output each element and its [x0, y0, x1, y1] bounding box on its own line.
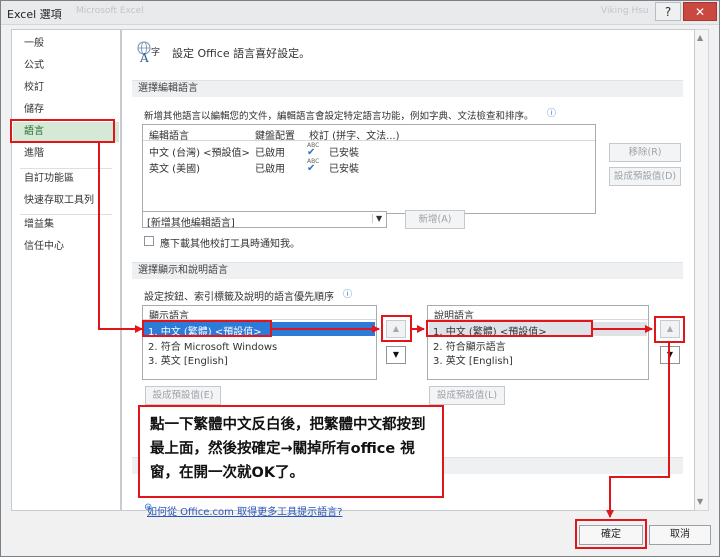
info-icon: ⓘ: [343, 290, 353, 300]
set-default-editing-button[interactable]: 設成預設值(D): [609, 167, 681, 186]
scroll-up-icon[interactable]: ▲: [697, 33, 703, 42]
row-keyboard: 已啟用: [255, 164, 285, 175]
display-list-item[interactable]: 2. 符合 Microsoft Windows: [148, 338, 277, 353]
row-proofing: 已安裝: [329, 164, 359, 175]
ok-button[interactable]: 確定: [579, 525, 643, 545]
cancel-button[interactable]: 取消: [649, 525, 711, 545]
set-default-help-button[interactable]: 設成預設值(L): [429, 386, 505, 405]
sidebar-item-trust-center[interactable]: 信任中心: [13, 237, 119, 257]
display-move-up-button[interactable]: ▲: [386, 320, 406, 338]
display-move-down-button[interactable]: ▼: [386, 346, 406, 364]
sidebar-item-quick-access-toolbar[interactable]: 快速存取工具列: [13, 191, 119, 211]
help-language-list: 說明語言 1. 中文 (繁體) <預設值> 2. 符合顯示語言 3. 英文 [E…: [427, 305, 649, 380]
vertical-scrollbar[interactable]: ▲ ▼: [695, 29, 709, 511]
help-list-item-selected[interactable]: 1. 中文 (繁體) <預設值>: [429, 322, 647, 338]
title-bar: Excel 選項 Microsoft Excel Viking Hsu ? ✕: [1, 1, 719, 25]
help-move-up-button[interactable]: ▲: [660, 320, 680, 338]
scroll-down-icon[interactable]: ▼: [697, 497, 703, 506]
help-list-item[interactable]: 3. 英文 [English]: [433, 352, 513, 367]
close-button[interactable]: ✕: [683, 2, 717, 21]
excel-options-dialog: Excel 選項 Microsoft Excel Viking Hsu ? ✕ …: [0, 0, 720, 557]
row-language: 英文 (美國): [149, 164, 200, 175]
row-language: 中文 (台灣) <預設值>: [149, 148, 250, 159]
chevron-down-icon: ▼: [372, 214, 382, 223]
display-list-item-selected[interactable]: 1. 中文 (繁體) <預設值>: [144, 322, 375, 338]
select-value: [新增其他編輯語言]: [147, 218, 235, 229]
get-more-tooltip-languages-link[interactable]: 如何從 Office.com 取得更多工具提示語言?: [147, 503, 342, 518]
list-divider: [428, 319, 648, 320]
help-move-down-button[interactable]: ▼: [660, 346, 680, 364]
sidebar-item-add-ins[interactable]: 增益集: [13, 215, 119, 235]
svg-text:A: A: [139, 51, 149, 64]
annotation-note: 點一下繁體中文反白後，把繁體中文都按到最上面，然後按確定→關掉所有office …: [138, 405, 444, 498]
add-language-button[interactable]: 新增(A): [405, 210, 465, 229]
options-sidebar: 一般 公式 校訂 儲存 語言 進階 自訂功能區 快速存取工具列 增益集 信任中心: [11, 29, 121, 511]
sidebar-item-save[interactable]: 儲存: [13, 100, 119, 120]
sidebar-item-advanced[interactable]: 進階: [13, 144, 119, 164]
row-keyboard: 已啟用: [255, 148, 285, 159]
page-title: 設定 Office 語言喜好設定。: [172, 47, 311, 60]
check-icon: ✔: [307, 163, 316, 174]
display-language-section-title: 選擇顯示和說明語言: [132, 262, 683, 279]
background-user-name: Viking Hsu: [601, 6, 649, 16]
row-proofing: 已安裝: [329, 148, 359, 159]
sidebar-item-customize-ribbon[interactable]: 自訂功能區: [13, 169, 119, 189]
display-list-item[interactable]: 3. 英文 [English]: [148, 352, 228, 367]
editing-language-table: 編輯語言 鍵盤配置 校訂 (拼字、文法...) 中文 (台灣) <預設值> 已啟…: [142, 124, 596, 214]
table-row[interactable]: 中文 (台灣) <預設值> 已啟用 ABC ✔ 已安裝: [143, 142, 595, 159]
list-item-label: 1. 中文 (繁體) <預設值>: [433, 327, 547, 338]
add-editing-language-select[interactable]: [新增其他編輯語言] ▼: [142, 211, 387, 229]
language-icon: A 字: [137, 41, 160, 64]
display-language-description: 設定按鈕、索引標籤及說明的語言優先順序: [144, 292, 334, 303]
sidebar-item-proofing[interactable]: 校訂: [13, 78, 119, 98]
sidebar-item-language[interactable]: 語言: [13, 122, 119, 142]
window-title: Excel 選項: [7, 8, 62, 21]
display-language-list: 顯示語言 1. 中文 (繁體) <預設值> 2. 符合 Microsoft Wi…: [142, 305, 377, 380]
notify-checkbox-label: 應下載其他校訂工具時通知我。: [160, 239, 300, 250]
set-default-display-button[interactable]: 設成預設值(E): [145, 386, 221, 405]
sidebar-item-formulas[interactable]: 公式: [13, 56, 119, 76]
background-app-title: Microsoft Excel: [76, 6, 144, 16]
notify-checkbox[interactable]: [144, 236, 154, 246]
help-button[interactable]: ?: [655, 2, 681, 21]
sidebar-item-general[interactable]: 一般: [13, 34, 119, 54]
list-divider: [143, 319, 376, 320]
editing-language-description: 新增其他語言以編輯您的文件，編輯語言會設定特定語言功能，例如字典、文法檢查和排序…: [144, 111, 534, 122]
remove-button[interactable]: 移除(R): [609, 143, 681, 162]
column-header-proofing: 校訂 (拼字、文法...): [309, 131, 400, 142]
list-item-label: 1. 中文 (繁體) <預設值>: [148, 327, 262, 338]
help-list-item[interactable]: 2. 符合顯示語言: [433, 338, 506, 353]
column-header-keyboard: 鍵盤配置: [255, 131, 295, 142]
svg-text:字: 字: [151, 46, 160, 58]
column-header-editing-language: 編輯語言: [149, 131, 189, 142]
table-header: 編輯語言 鍵盤配置 校訂 (拼字、文法...): [143, 125, 595, 142]
check-icon: ✔: [307, 147, 316, 158]
info-icon: ⓘ: [547, 109, 557, 119]
editing-language-section-title: 選擇編輯語言: [132, 80, 683, 97]
table-row[interactable]: 英文 (美國) 已啟用 ABC ✔ 已安裝: [143, 158, 595, 175]
